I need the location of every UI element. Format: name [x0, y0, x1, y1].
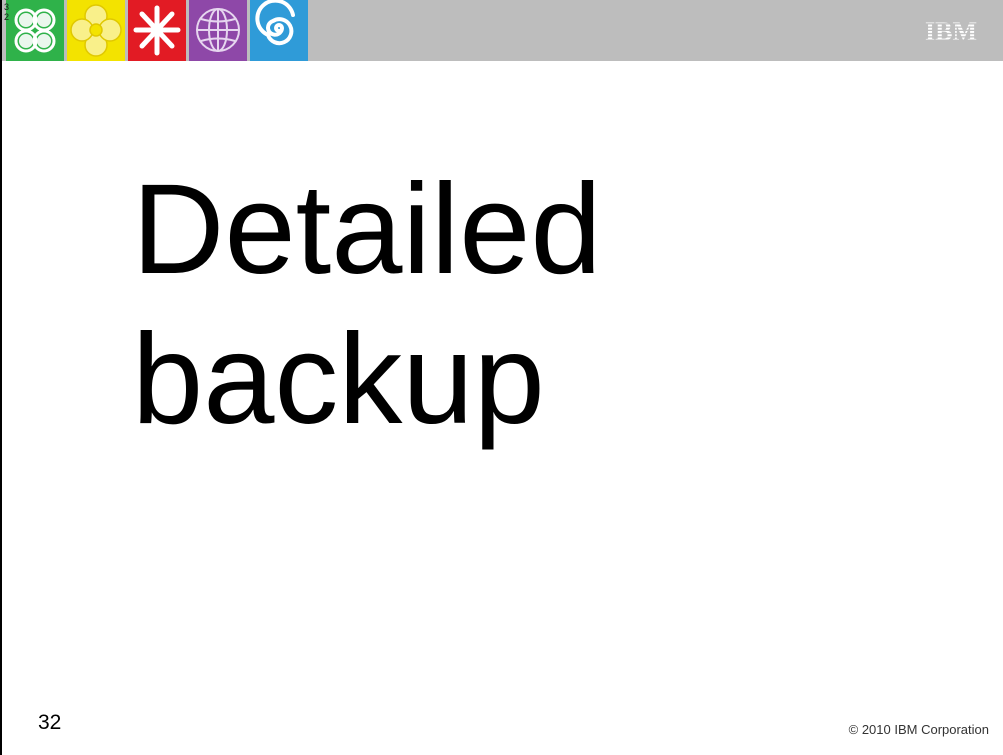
header-tile-red — [128, 0, 186, 61]
page-number: 32 — [38, 711, 62, 734]
clover-icon — [14, 8, 56, 53]
header-tile-green — [6, 0, 64, 61]
header-tile-purple — [189, 0, 247, 61]
slide: 3 2 IBM Detailed backup 32 © 2010 IBM Co… — [0, 0, 1003, 755]
ibm-logo-text: IBM — [925, 18, 977, 44]
header-tile-yellow — [67, 0, 125, 61]
header-corner-digits: 3 2 — [4, 2, 10, 22]
flower-icon — [70, 4, 122, 57]
left-border-rule — [0, 0, 2, 755]
header-tile-blue — [250, 0, 308, 61]
copyright-notice: © 2010 IBM Corporation — [848, 722, 989, 737]
globe-icon — [196, 8, 240, 52]
ibm-logo: IBM — [925, 18, 977, 44]
asterisk-icon — [133, 5, 181, 56]
slide-title: Detailed backup — [132, 158, 602, 451]
spiral-icon — [255, 0, 295, 46]
